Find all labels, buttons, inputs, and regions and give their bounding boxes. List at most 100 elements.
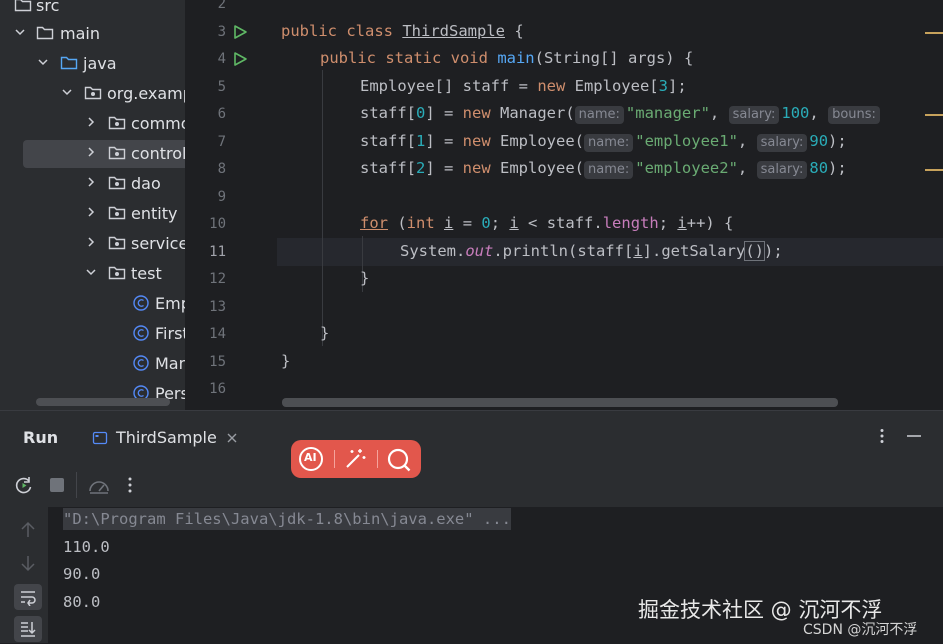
scrollbar-warning-marker[interactable] — [925, 32, 943, 34]
tree-item-service[interactable]: service — [0, 230, 185, 258]
magic-wand-icon[interactable] — [343, 447, 367, 471]
more-options-icon[interactable] — [875, 428, 889, 444]
code-token: ] = — [425, 104, 463, 122]
arrow-down-icon[interactable] — [20, 554, 36, 572]
string-literal: "employee1" — [635, 132, 738, 150]
code-token: Employee( — [490, 132, 584, 150]
line-number: 12 — [209, 271, 226, 287]
tree-item-test[interactable]: test — [0, 260, 185, 288]
arrow-up-icon[interactable] — [20, 521, 36, 539]
keyword: for — [360, 214, 388, 232]
chevron-down-icon[interactable] — [14, 26, 26, 38]
ai-assistant-button[interactable]: AI — [299, 447, 323, 471]
tree-item-entity[interactable]: entity — [0, 200, 185, 228]
number-literal: 0 — [416, 104, 426, 122]
chevron-right-icon[interactable] — [85, 206, 97, 218]
package-icon — [108, 146, 126, 160]
tree-item-package-root[interactable]: org.examp — [0, 80, 185, 108]
run-class-icon[interactable] — [232, 24, 248, 40]
console-output-line: 80.0 — [63, 593, 101, 611]
code-token: ; — [490, 214, 510, 232]
code-line-3: public class ThirdSample { — [281, 22, 524, 40]
tree-item-src[interactable]: src — [0, 0, 185, 20]
tree-item-class-first[interactable]: First — [0, 320, 185, 348]
package-icon — [84, 86, 102, 100]
tree-item-controller[interactable]: control — [23, 140, 185, 168]
tree-item-label: src — [36, 0, 60, 15]
tree-item-dao[interactable]: dao — [0, 170, 185, 198]
soft-wrap-button[interactable] — [14, 584, 42, 610]
code-token: ); — [828, 132, 847, 150]
chevron-down-icon[interactable] — [61, 86, 73, 98]
chevron-down-icon[interactable] — [85, 266, 97, 278]
code-token: ); — [763, 242, 783, 260]
package-icon — [108, 206, 126, 220]
tree-item-label: org.examp — [107, 84, 185, 103]
code-token: ].getSalary — [642, 242, 746, 260]
tree-item-main[interactable]: main — [0, 20, 185, 48]
ai-floating-toolbar: AI — [291, 440, 421, 478]
run-toolbar — [0, 461, 943, 507]
scrollbar-warning-marker[interactable] — [925, 169, 943, 171]
parameter-hint: salary: — [728, 106, 780, 124]
class-icon — [133, 355, 149, 371]
code-token: , — [737, 159, 757, 177]
static-field: out — [465, 242, 494, 260]
variable: i — [633, 242, 643, 260]
line-number: 16 — [209, 381, 226, 397]
tree-item-common[interactable]: commo — [0, 110, 185, 138]
line-number: 3 — [217, 24, 226, 40]
editor-horizontal-scrollbar[interactable] — [282, 398, 838, 407]
chevron-right-icon[interactable] — [85, 146, 97, 158]
line-number: 6 — [217, 106, 226, 122]
chevron-right-icon[interactable] — [85, 236, 97, 248]
stop-icon[interactable] — [48, 476, 66, 494]
tree-item-label: dao — [131, 174, 161, 193]
code-token: , — [737, 132, 757, 150]
soft-wrap-icon — [21, 591, 36, 606]
minimize-icon[interactable] — [906, 430, 922, 442]
code-token: , — [709, 104, 729, 122]
toolbar-separator — [377, 450, 378, 468]
keyword: int — [406, 214, 435, 232]
code-line-7: staff[1] = new Employee(name: "employee1"… — [360, 132, 847, 152]
tree-horizontal-scrollbar[interactable] — [36, 398, 170, 406]
code-line-15: } — [281, 352, 291, 370]
rerun-icon[interactable] — [14, 475, 34, 495]
tree-item-label: entity — [131, 204, 178, 223]
search-icon[interactable] — [386, 447, 412, 473]
code-token: staff[ — [360, 132, 416, 150]
toolbar-separator — [334, 450, 335, 468]
chevron-right-icon[interactable] — [85, 176, 97, 188]
tree-item-label: control — [131, 144, 185, 163]
variable: i — [677, 214, 687, 232]
line-number-current: 11 — [209, 244, 226, 260]
run-tab-thirdsample[interactable]: ThirdSample — [83, 420, 251, 464]
tree-item-class-employee[interactable]: Emp — [0, 290, 185, 318]
line-number: 8 — [217, 161, 226, 177]
run-main-icon[interactable] — [232, 51, 248, 67]
tree-item-java[interactable]: java — [0, 50, 185, 78]
code-line-14: } — [320, 324, 330, 342]
package-icon — [108, 266, 126, 280]
parameter-hint: salary: — [756, 134, 808, 152]
coverage-icon[interactable] — [88, 476, 110, 496]
code-token: ] = — [425, 132, 463, 150]
scroll-to-end-button[interactable] — [14, 616, 42, 642]
close-icon[interactable] — [226, 432, 238, 444]
class-icon — [133, 295, 149, 311]
tree-item-label: First — [155, 324, 185, 343]
line-number: 14 — [209, 326, 226, 342]
tree-item-class-manager[interactable]: Man — [0, 350, 185, 378]
keyword: public static void — [320, 49, 498, 67]
more-actions-icon[interactable] — [124, 476, 136, 494]
number-literal: 0 — [481, 214, 491, 232]
scrollbar-warning-marker[interactable] — [925, 114, 943, 116]
chevron-right-icon[interactable] — [85, 116, 97, 128]
number-literal: 2 — [416, 159, 426, 177]
parameter-hint: name: — [584, 134, 634, 152]
code-token: ( — [388, 214, 407, 232]
tree-item-label: main — [60, 24, 100, 43]
number-literal: 1 — [416, 132, 426, 150]
chevron-down-icon[interactable] — [37, 56, 49, 68]
